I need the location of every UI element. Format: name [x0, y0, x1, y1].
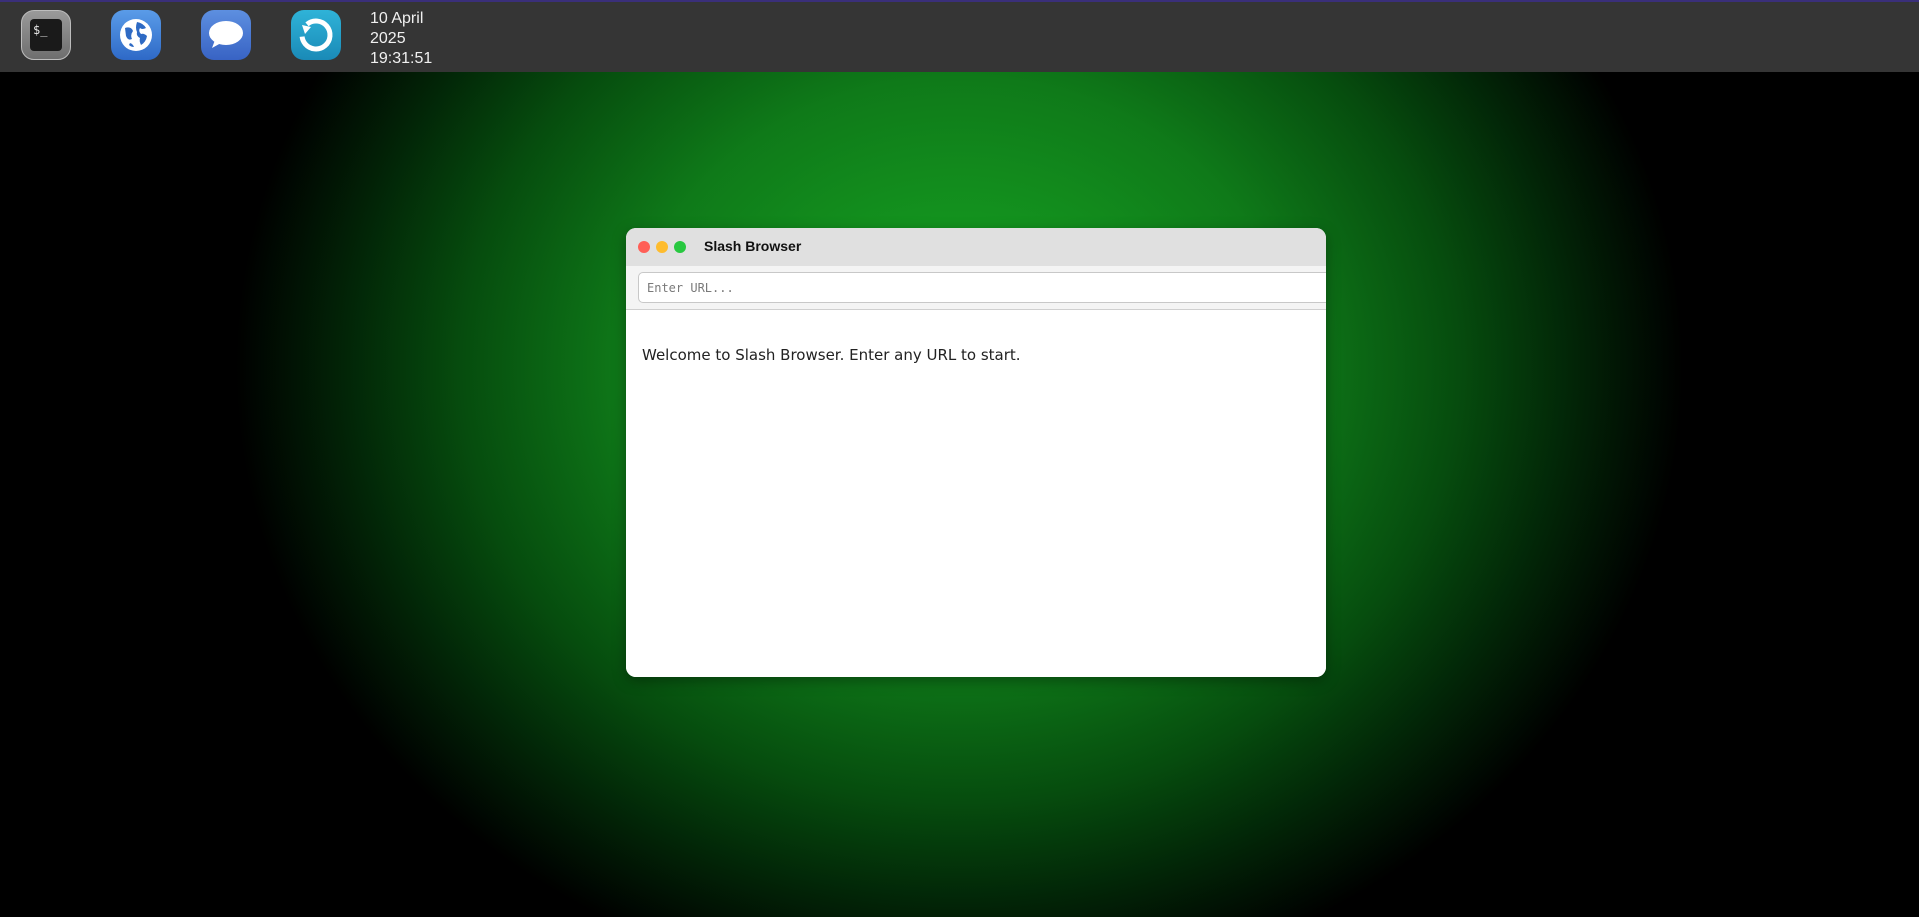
- window-title: Slash Browser: [704, 238, 802, 254]
- url-toolbar: [626, 266, 1326, 310]
- url-input[interactable]: [638, 272, 1326, 303]
- browser-window: Slash Browser Welcome to Slash Browser. …: [626, 228, 1326, 677]
- welcome-message: Welcome to Slash Browser. Enter any URL …: [642, 346, 1021, 364]
- close-button[interactable]: [638, 241, 650, 253]
- window-titlebar[interactable]: Slash Browser: [626, 228, 1326, 266]
- terminal-icon[interactable]: $_: [21, 10, 71, 60]
- clock-year: 2025: [370, 30, 406, 47]
- clock-time: 19:31:51: [370, 50, 433, 67]
- maximize-button[interactable]: [674, 241, 686, 253]
- clock: 10 April 2025 19:31:51: [370, 9, 432, 69]
- terminal-prompt-glyph: $_: [30, 19, 62, 51]
- page-content: Welcome to Slash Browser. Enter any URL …: [626, 310, 1326, 677]
- minimize-button[interactable]: [656, 241, 668, 253]
- refresh-icon[interactable]: [291, 10, 341, 60]
- globe-icon[interactable]: [111, 10, 161, 60]
- taskbar: $_ 10 April 2025 19:31:51: [0, 0, 1919, 72]
- chat-bubble-icon[interactable]: [201, 10, 251, 60]
- clock-date: 10 April: [370, 10, 424, 27]
